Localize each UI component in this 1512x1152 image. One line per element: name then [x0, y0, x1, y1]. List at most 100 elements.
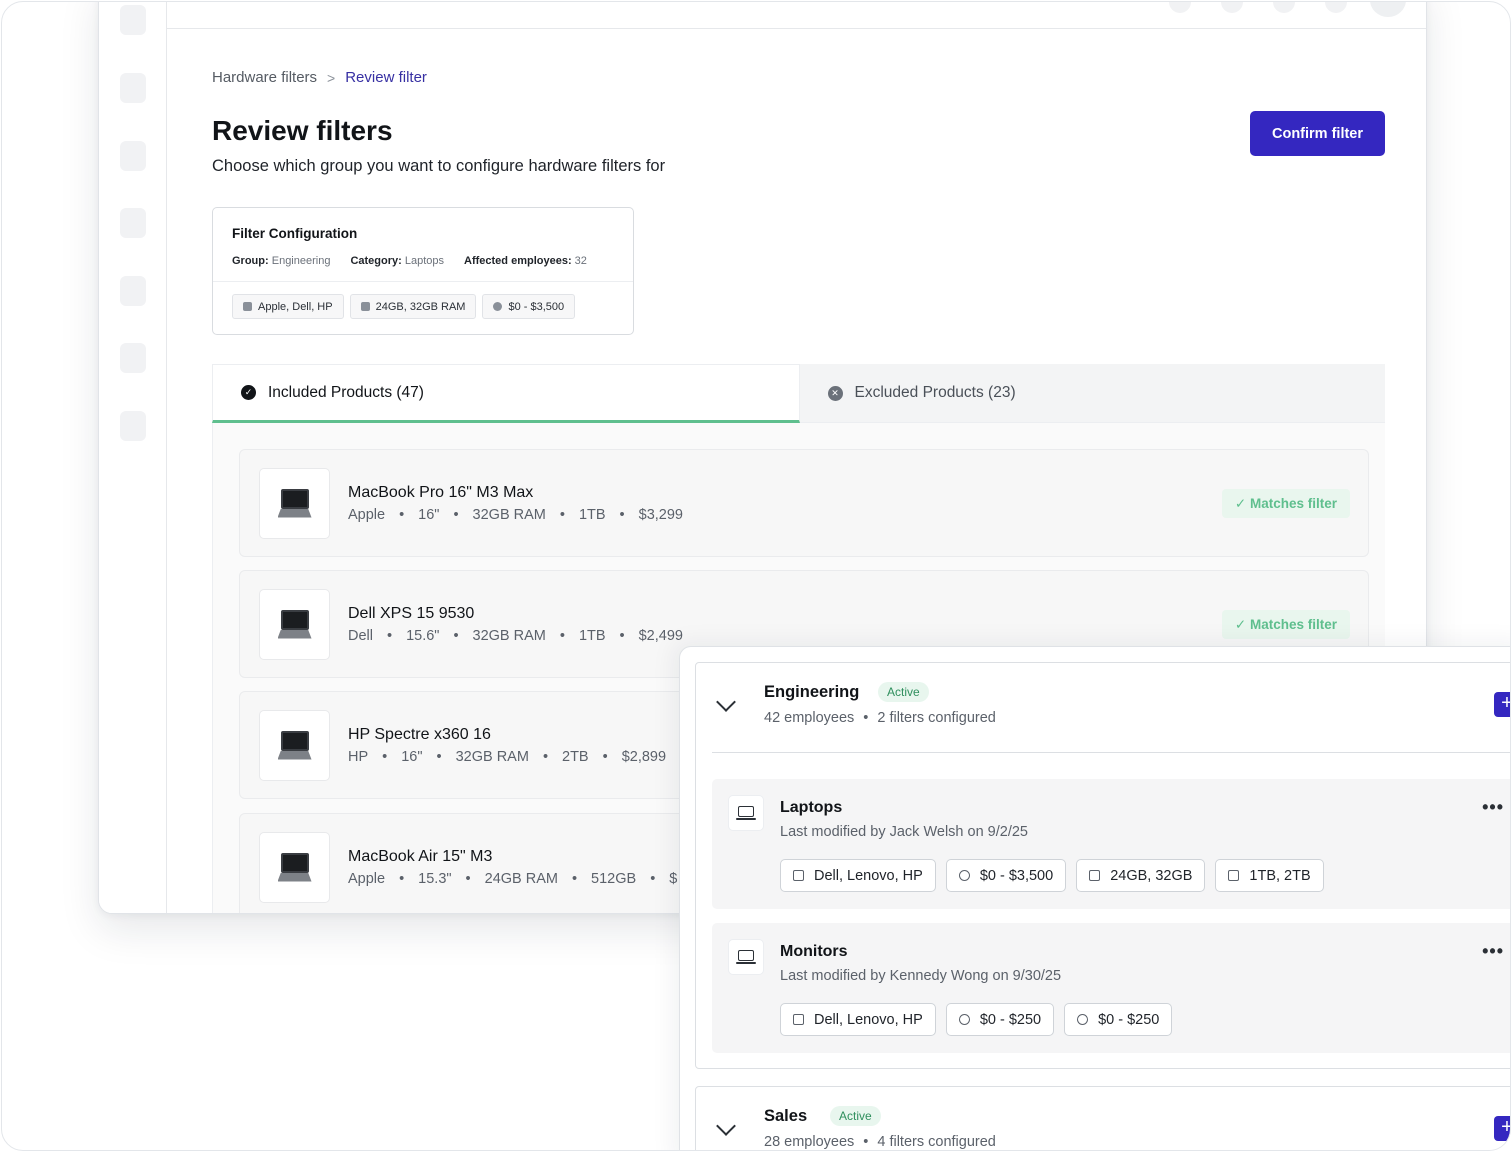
laptop-icon [277, 730, 312, 761]
price-chip[interactable]: $0 - $250 [945, 1003, 1055, 1036]
filter-row-title: Monitors [780, 943, 848, 960]
divider [213, 281, 633, 282]
meta-affected: Affected employees: 32 [464, 255, 587, 267]
product-thumbnail [259, 832, 330, 903]
product-card[interactable]: MacBook Pro 16" M3 Max Apple • 16" • 32GB … [239, 449, 1369, 557]
filter-configuration-meta: Group: Engineering Category: Laptops Aff… [232, 255, 587, 267]
top-bar [167, 2, 1426, 29]
price-chip: $0 - $3,500 [482, 294, 576, 319]
nav-rail-item[interactable] [120, 411, 146, 441]
product-specs: HP • 16" • 32GB RAM • 2TB • $2,899 [348, 749, 667, 765]
filter-row-monitors[interactable]: Monitors Last modified by Kennedy Wong o… [712, 923, 1510, 1053]
filter-row-chips: Dell, Lenovo, HP $0 - $3,500 24GB, 32GB … [780, 859, 1324, 892]
confirm-filter-button[interactable]: Confirm filter [1250, 111, 1385, 156]
breadcrumb-chevron-icon: > [327, 69, 336, 86]
status-badge: Active [878, 682, 929, 702]
laptop-icon [277, 852, 312, 883]
brand-chip: Apple, Dell, HP [232, 294, 344, 319]
breadcrumb: Hardware filters > Review filter [212, 69, 427, 86]
product-specs: Apple • 16" • 32GB RAM • 1TB • $3,299 [348, 507, 683, 523]
storage-chip[interactable]: 1TB, 2TB [1215, 859, 1324, 892]
nav-rail-item[interactable] [120, 73, 146, 103]
topbar-icon[interactable] [1221, 2, 1243, 13]
filter-row-modified: Last modified by Kennedy Wong on 9/30/25 [780, 968, 1062, 984]
page-subtitle: Choose which group you want to configure… [212, 157, 666, 175]
calendar-icon [793, 1014, 804, 1025]
dollar-icon [958, 1014, 970, 1025]
nav-rail-item[interactable] [120, 5, 146, 35]
filter-row-title: Laptops [780, 799, 843, 816]
calendar-icon [793, 870, 804, 881]
laptop-icon [728, 795, 764, 831]
breadcrumb-current[interactable]: Review filter [345, 69, 427, 86]
product-thumbnail [259, 589, 330, 660]
filter-configuration-chips: Apple, Dell, HP 24GB, 32GB RAM $0 - $3,5… [232, 294, 576, 319]
filter-row-chips: Dell, Lenovo, HP $0 - $250 $0 - $250 [780, 1003, 1173, 1036]
dollar-icon [1077, 1014, 1089, 1025]
product-name: MacBook Air 15" M3 [348, 848, 493, 865]
nav-rail-item[interactable] [120, 276, 146, 306]
product-name: MacBook Pro 16" M3 Max [348, 484, 534, 501]
avatar[interactable] [1370, 2, 1406, 17]
breadcrumb-hardware-filters[interactable]: Hardware filters [212, 69, 317, 86]
add-filter-button[interactable]: + [1494, 692, 1510, 717]
laptop-icon [277, 609, 312, 640]
topbar-icon[interactable] [1169, 2, 1191, 13]
brand-chip[interactable]: Dell, Lenovo, HP [780, 859, 936, 892]
brand-chip[interactable]: Dell, Lenovo, HP [780, 1003, 936, 1036]
group-name: Engineering [764, 683, 860, 701]
group-name: Sales [764, 1107, 808, 1125]
ram-chip: 24GB, 32GB RAM [349, 294, 477, 319]
topbar-icon[interactable] [1273, 2, 1295, 13]
chevron-down-icon[interactable] [716, 695, 734, 713]
matches-filter-badge: ✓ Matches filter [1221, 610, 1350, 639]
outer-frame: Hardware filters > Review filter Review … [1, 1, 1511, 1151]
filter-row-modified: Last modified by Jack Welsh on 9/2/25 [780, 824, 1028, 840]
x-circle-icon: ✕ [827, 385, 843, 401]
dollar-icon [493, 302, 503, 311]
meta-group: Group: Engineering [232, 255, 331, 267]
group-summary: 28 employees • 4 filters configured [764, 1134, 996, 1150]
price-chip[interactable]: $0 - $250 [1064, 1003, 1173, 1036]
tab-excluded-products[interactable]: ✕ Excluded Products (23) [799, 364, 1385, 423]
group-card-engineering: Engineering Active 42 employees • 2 filter… [695, 662, 1510, 1069]
product-name: Dell XPS 15 9530 [348, 605, 475, 622]
divider [712, 752, 1510, 753]
dollar-icon [958, 870, 970, 881]
status-badge: Active [830, 1106, 881, 1126]
more-options-icon[interactable]: ••• [1482, 941, 1504, 962]
product-name: HP Spectre x360 16 [348, 726, 491, 743]
meta-category: Category: Laptops [350, 255, 445, 267]
filter-row-laptops[interactable]: Laptops Last modified by Jack Welsh on 9… [712, 779, 1510, 909]
group-filters-panel: Engineering Active 42 employees • 2 filter… [679, 646, 1510, 1150]
check-circle-icon: ✓ [241, 385, 256, 400]
chevron-down-icon[interactable] [716, 1119, 734, 1137]
product-tabs: ✓ Included Products (47) ✕ Excluded Prod… [212, 364, 1385, 423]
tab-included-products[interactable]: ✓ Included Products (47) [212, 364, 800, 423]
price-chip[interactable]: $0 - $3,500 [945, 859, 1067, 892]
nav-rail-item[interactable] [120, 141, 146, 171]
ram-chip[interactable]: 24GB, 32GB [1076, 859, 1206, 892]
product-specs: Apple • 15.3" • 24GB RAM • 512GB • $ [348, 871, 678, 887]
product-specs: Dell • 15.6" • 32GB RAM • 1TB • $2,499 [348, 628, 683, 644]
save-icon [1228, 870, 1240, 881]
database-icon [360, 302, 370, 311]
product-thumbnail [259, 710, 330, 781]
matches-filter-badge: ✓ Matches filter [1221, 489, 1350, 518]
laptop-icon [243, 302, 252, 311]
nav-rail-item[interactable] [120, 343, 146, 373]
product-thumbnail [259, 468, 330, 539]
group-card-sales: Sales Active 28 employees • 4 filters conf… [695, 1086, 1510, 1150]
topbar-icon[interactable] [1325, 2, 1347, 13]
filter-configuration-card: Filter Configuration Group: Engineering … [212, 207, 634, 335]
page-title: Review filters [212, 115, 393, 146]
nav-rail [99, 2, 167, 913]
database-icon [1089, 870, 1101, 881]
laptop-icon [728, 939, 764, 975]
nav-rail-item[interactable] [120, 208, 146, 238]
group-summary: 42 employees • 2 filters configured [764, 710, 996, 726]
laptop-icon [277, 488, 312, 519]
add-filter-button[interactable]: + [1494, 1116, 1510, 1141]
filter-configuration-title: Filter Configuration [232, 226, 358, 241]
more-options-icon[interactable]: ••• [1482, 797, 1504, 818]
